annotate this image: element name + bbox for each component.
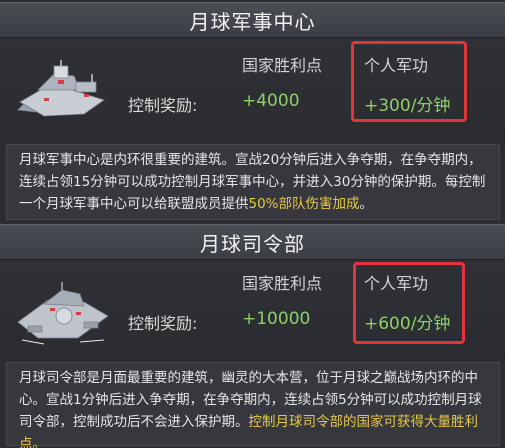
national-points-value: +4000 <box>242 91 300 111</box>
section-title-bar-command-hq: 月球司令部 <box>0 224 505 260</box>
national-points-value: +10000 <box>242 309 311 329</box>
control-reward-label: 控制奖励: <box>128 96 198 115</box>
description-end: 。 <box>359 196 374 212</box>
military-center-description: 月球军事中心是内环很重要的建筑。宣战20分钟后进入争夺期，在争夺期内，连续占领1… <box>6 144 500 220</box>
national-points-header: 国家胜利点 <box>242 56 323 75</box>
personal-merit-highlight-box <box>353 262 465 344</box>
section-title: 月球司令部 <box>200 231 305 256</box>
command-hq-building-icon <box>17 282 109 345</box>
section-title-bar-military-center: 月球军事中心 <box>0 2 505 38</box>
national-points-header: 国家胜利点 <box>242 274 323 293</box>
personal-merit-highlight-box <box>351 41 467 122</box>
command-hq-description: 月球司令部是月面最重要的建筑，幽灵的大本营，位于月球之巅战场内环的中心。宣战1分… <box>6 362 500 448</box>
military-center-building-icon <box>17 60 105 117</box>
control-reward-label: 控制奖励: <box>128 314 198 333</box>
reward-panel-command-hq: 国家胜利点 个人军功 控制奖励: +10000 +600/分钟 <box>0 260 505 362</box>
section-title: 月球军事中心 <box>189 9 316 34</box>
description-highlight: 50%部队伤害加成 <box>248 196 360 212</box>
reward-panel-military-center: 国家胜利点 个人军功 控制奖励: +4000 +300/分钟 <box>0 38 505 144</box>
